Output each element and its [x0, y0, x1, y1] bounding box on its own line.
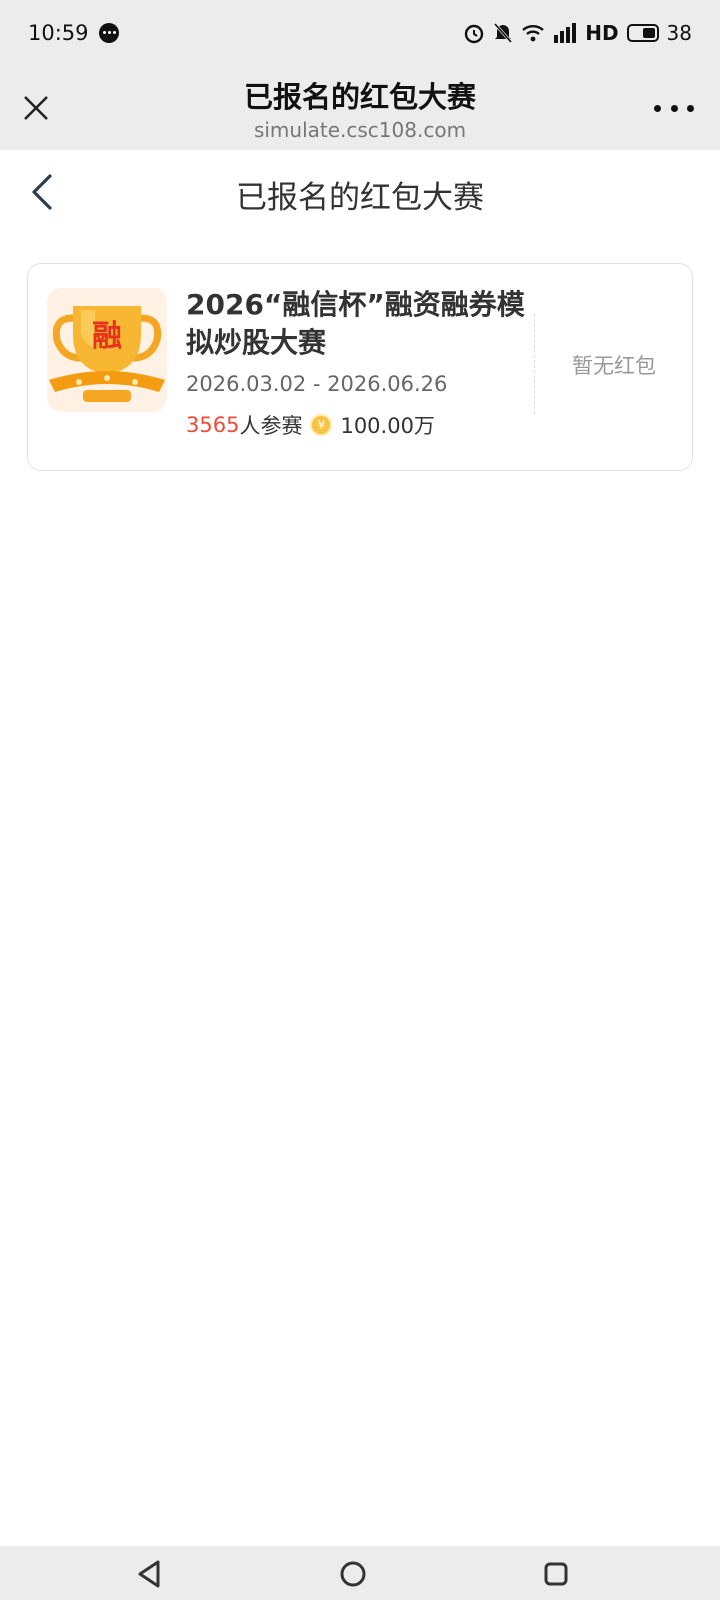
wifi-icon: [521, 23, 545, 43]
contest-meta: 3565 人参赛 ¥ 100.00万: [186, 410, 536, 440]
mute-icon: [493, 22, 513, 44]
battery-level: 38: [666, 21, 692, 45]
contest-info: 2026“融信杯”融资融券模拟炒股大赛 2026.03.02 - 2026.06…: [186, 286, 536, 440]
trophy-icon: 融: [47, 288, 167, 412]
webview-header: 已报名的红包大赛 simulate.csc108.com: [0, 66, 720, 150]
redpacket-status: 暂无红包: [572, 354, 656, 378]
circle-home-icon: [340, 1561, 366, 1587]
trophy-badge-char: 融: [92, 319, 122, 354]
status-right: HD 38: [463, 21, 692, 45]
status-bar: 10:59 HD 38: [0, 0, 720, 66]
nav-back-button[interactable]: [132, 1556, 168, 1592]
message-icon: [98, 23, 119, 43]
signal-icon: [553, 23, 577, 43]
webview-url: simulate.csc108.com: [253, 118, 467, 142]
more-dot-icon: [687, 104, 694, 112]
page-nav: 已报名的红包大赛: [0, 150, 720, 234]
prize-amount: 100.00万: [340, 414, 435, 438]
alarm-icon: [463, 22, 485, 44]
system-nav-bar: [0, 1546, 720, 1600]
contest-title: 2026“融信杯”融资融券模拟炒股大赛: [186, 288, 525, 359]
status-time: 10:59: [28, 21, 89, 45]
webview-title: 已报名的红包大赛: [243, 80, 476, 114]
more-button[interactable]: [654, 96, 694, 120]
participant-suffix: 人参赛: [239, 414, 303, 438]
battery-icon: [626, 24, 659, 42]
square-recents-icon: [544, 1562, 568, 1586]
contest-date-range: 2026.03.02 - 2026.06.26: [186, 372, 448, 396]
contest-card[interactable]: 融 2026“融信杯”融资融券模拟炒股大赛 2026.03.02 - 2026.…: [27, 263, 693, 471]
status-left: 10:59: [28, 21, 119, 45]
more-dot-icon: [670, 104, 678, 112]
coin-symbol: ¥: [317, 418, 326, 432]
triangle-back-icon: [138, 1560, 160, 1588]
coin-icon: ¥: [310, 414, 333, 436]
more-dot-icon: [654, 104, 661, 112]
nav-recents-button[interactable]: [538, 1556, 574, 1592]
network-label: HD: [585, 21, 619, 45]
participant-count: 3565: [186, 413, 240, 437]
nav-home-button[interactable]: [335, 1556, 371, 1592]
page-title: 已报名的红包大赛: [236, 180, 484, 216]
